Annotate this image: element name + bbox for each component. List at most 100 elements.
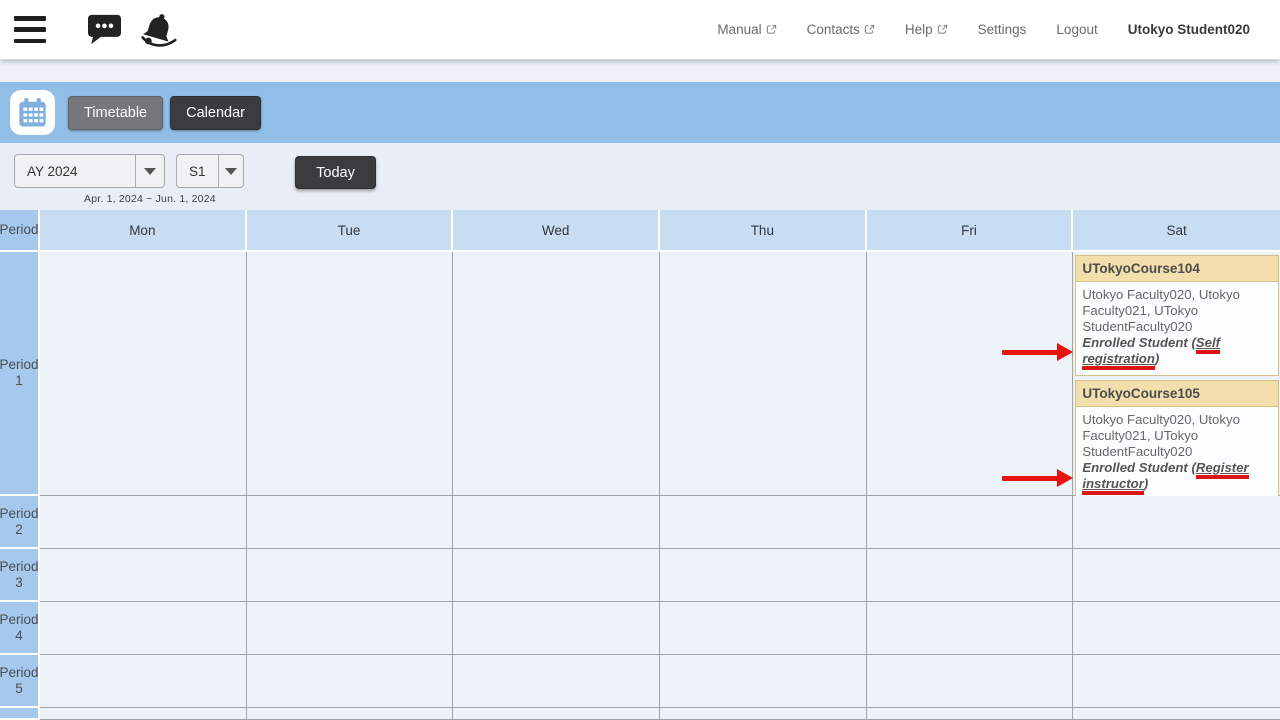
day-header-mon: Mon [40, 210, 247, 252]
nav-help-link[interactable]: Help [905, 22, 948, 37]
timetable-cell-mon-p4 [40, 602, 247, 655]
enrollment-status: Enrolled Student (Self registration) [1082, 335, 1220, 370]
timetable-cell-thu-p1 [660, 252, 867, 496]
nav-logout-label: Logout [1056, 22, 1097, 37]
timetable-cell-wed-p1 [453, 252, 660, 496]
annotation-arrow-register-instructor [1002, 469, 1073, 487]
timetable-view-button[interactable]: Timetable [68, 96, 163, 130]
timetable-cell-fri-p4 [867, 602, 1074, 655]
course-title[interactable]: UTokyoCourse105 [1076, 381, 1278, 407]
nav-settings-label: Settings [978, 22, 1027, 37]
academic-year-select[interactable]: AY 2024 [14, 154, 165, 188]
timetable-cell-tue-p6 [247, 708, 454, 720]
calendar-grid-icon [16, 96, 49, 129]
annotation-arrow-self-registration [1002, 343, 1073, 361]
course-instructors: Utokyo Faculty020, Utokyo Faculty021, UT… [1082, 287, 1240, 334]
academic-year-value: AY 2024 [15, 155, 135, 187]
day-header-fri: Fri [867, 210, 1074, 252]
external-link-icon [937, 24, 948, 35]
timetable-cell-wed-p6 [453, 708, 660, 720]
timetable-cell-mon-p3 [40, 549, 247, 602]
course-instructors: Utokyo Faculty020, Utokyo Faculty021, UT… [1082, 412, 1240, 459]
filter-bar: AY 2024 S1 Apr. 1, 2024 ~ Jun. 1, 2024 T… [0, 143, 1280, 210]
nav-contacts-link[interactable]: Contacts [807, 22, 875, 37]
nav-contacts-label: Contacts [807, 22, 860, 37]
term-date-range: Apr. 1, 2024 ~ Jun. 1, 2024 [84, 193, 216, 205]
timetable-cell-sat-p6 [1073, 708, 1280, 720]
enrollment-suffix: ) [1144, 476, 1148, 491]
timetable-cell-sat-p1: UTokyoCourse104 Utokyo Faculty020, Utoky… [1073, 252, 1280, 496]
timetable-cell-fri-p3 [867, 549, 1074, 602]
timetable-cell-wed-p3 [453, 549, 660, 602]
timetable-cell-mon-p6 [40, 708, 247, 720]
term-value: S1 [177, 155, 218, 187]
external-link-icon [766, 24, 777, 35]
timetable-cell-wed-p2 [453, 496, 660, 549]
notifications-bell-icon[interactable] [139, 11, 178, 48]
course-card-utokyocourse104: UTokyoCourse104 Utokyo Faculty020, Utoky… [1075, 255, 1279, 376]
timetable-cell-thu-p3 [660, 549, 867, 602]
timetable-cell-mon-p5 [40, 655, 247, 708]
timetable-cell-wed-p4 [453, 602, 660, 655]
timetable-cell-thu-p6 [660, 708, 867, 720]
timetable-cell-mon-p2 [40, 496, 247, 549]
day-header-sat: Sat [1073, 210, 1280, 252]
timetable-cell-sat-p4 [1073, 602, 1280, 655]
header-gap-strip [0, 60, 1280, 82]
timetable-cell-sat-p3 [1073, 549, 1280, 602]
messages-icon[interactable] [86, 13, 123, 46]
menu-icon[interactable] [14, 16, 46, 43]
calendar-view-button[interactable]: Calendar [170, 96, 261, 130]
timetable-cell-thu-p4 [660, 602, 867, 655]
course-details: Utokyo Faculty020, Utokyo Faculty021, UT… [1076, 282, 1278, 375]
term-select[interactable]: S1 [176, 154, 244, 188]
nav-manual-link[interactable]: Manual [717, 22, 776, 37]
period-1-label: Period 1 [0, 252, 40, 496]
top-nav: Manual Contacts Help Settings Logout Uto… [717, 22, 1280, 37]
nav-manual-label: Manual [717, 22, 761, 37]
timetable-cell-fri-p2 [867, 496, 1074, 549]
period-5-label: Period 5 [0, 655, 40, 708]
period-2-label: Period 2 [0, 496, 40, 549]
chevron-down-icon [218, 155, 243, 187]
day-header-thu: Thu [660, 210, 867, 252]
timetable-cell-sat-p2 [1073, 496, 1280, 549]
day-header-tue: Tue [247, 210, 454, 252]
timetable-cell-tue-p3 [247, 549, 454, 602]
external-link-icon [864, 24, 875, 35]
timetable-grid: Period Mon Tue Wed Thu Fri Sat Period 1 … [0, 210, 1280, 720]
timetable-cell-thu-p5 [660, 655, 867, 708]
period-4-label: Period 4 [0, 602, 40, 655]
timetable-cell-fri-p5 [867, 655, 1074, 708]
nav-help-label: Help [905, 22, 933, 37]
enrollment-status: Enrolled Student (Register instructor) [1082, 460, 1248, 495]
logged-in-username: Utokyo Student020 [1128, 22, 1250, 37]
period-column-header: Period [0, 210, 40, 252]
timetable-cell-mon-p1 [40, 252, 247, 496]
timetable-app-icon [10, 90, 55, 135]
timetable-cell-fri-p1 [867, 252, 1074, 496]
view-toolbar: Timetable Calendar [0, 82, 1280, 143]
today-button[interactable]: Today [295, 156, 376, 189]
timetable-cell-thu-p2 [660, 496, 867, 549]
period-6-label-partial [0, 708, 40, 720]
nav-settings-link[interactable]: Settings [978, 22, 1027, 37]
nav-logout-link[interactable]: Logout [1056, 22, 1097, 37]
enrollment-suffix: ) [1155, 351, 1159, 366]
course-details: Utokyo Faculty020, Utokyo Faculty021, UT… [1076, 407, 1278, 500]
timetable-cell-tue-p5 [247, 655, 454, 708]
course-card-utokyocourse105: UTokyoCourse105 Utokyo Faculty020, Utoky… [1075, 380, 1279, 501]
day-header-wed: Wed [453, 210, 660, 252]
timetable-cell-fri-p6 [867, 708, 1074, 720]
chevron-down-icon [135, 155, 164, 187]
timetable-cell-wed-p5 [453, 655, 660, 708]
enrollment-prefix: Enrolled Student ( [1082, 460, 1196, 475]
period-3-label: Period 3 [0, 549, 40, 602]
timetable-cell-tue-p1 [247, 252, 454, 496]
top-bar: Manual Contacts Help Settings Logout Uto… [0, 0, 1280, 60]
course-title[interactable]: UTokyoCourse104 [1076, 256, 1278, 282]
timetable-cell-tue-p4 [247, 602, 454, 655]
timetable-cell-tue-p2 [247, 496, 454, 549]
timetable-cell-sat-p5 [1073, 655, 1280, 708]
enrollment-prefix: Enrolled Student ( [1082, 335, 1196, 350]
